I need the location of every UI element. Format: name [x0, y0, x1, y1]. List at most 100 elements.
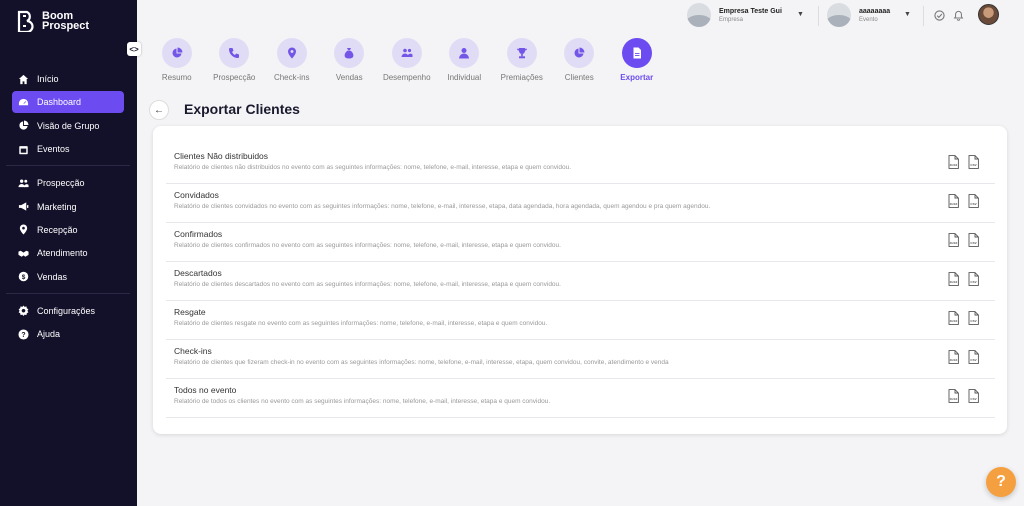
sidebar-item-configuracoes[interactable]: Configurações [12, 300, 124, 322]
sidebar-item-inicio[interactable]: Início [12, 68, 124, 90]
sidebar-item-recepcao[interactable]: Recepção [12, 219, 124, 241]
export-card: Clientes Não distribuidos Relatório de cl… [153, 126, 1007, 434]
sidebar-item-label: Visão de Grupo [37, 120, 100, 131]
sidebar-item-label: Marketing [37, 201, 77, 212]
sidebar-item-vendas[interactable]: $ Vendas [12, 266, 124, 288]
export-description: Relatório de todos os clientes no evento… [174, 398, 551, 405]
export-row: Clientes Não distribuidos Relatório de cl… [166, 145, 995, 184]
tab-premiacoes[interactable]: Premiações [493, 38, 551, 82]
brand-line-2: Prospect [42, 20, 90, 32]
tab-resumo[interactable]: Resumo [148, 38, 206, 82]
handshake-icon [18, 250, 29, 257]
event-selector[interactable]: aaaaaaaa Evento [827, 3, 890, 27]
check-circle-icon[interactable] [934, 10, 945, 21]
export-title: Resgate [174, 307, 206, 317]
xlsx-label: XLSX [949, 202, 958, 206]
company-name: Empresa Teste Gui [719, 7, 782, 15]
tab-icon-circle [564, 38, 595, 68]
csv-label: CSV [970, 280, 977, 284]
tab-prospeccao[interactable]: Prospecção [206, 38, 264, 82]
sidebar-item-dashboard[interactable]: Dashboard [12, 91, 124, 114]
sidebar-item-prospeccao[interactable]: Prospecção [12, 172, 124, 194]
bell-icon[interactable] [953, 10, 964, 21]
tab-icon-circle [506, 38, 537, 68]
csv-label: CSV [970, 319, 977, 323]
sidebar-item-label: Atendimento [37, 248, 88, 259]
export-title: Todos no evento [174, 385, 237, 395]
tab-label: Exportar [620, 73, 654, 82]
help-icon: ? [18, 329, 29, 340]
sidebar-item-label: Recepção [37, 224, 78, 235]
xlsx-file-icon[interactable]: XLSX [948, 272, 959, 286]
sidebar-item-visao-de-grupo[interactable]: Visão de Grupo [12, 115, 124, 137]
csv-label: CSV [970, 241, 977, 245]
sidebar-item-label: Configurações [37, 305, 96, 316]
sidebar-item-eventos[interactable]: Eventos [12, 138, 124, 160]
tab-check-ins[interactable]: Check-ins [263, 38, 321, 82]
export-title: Clientes Não distribuidos [174, 151, 269, 161]
tab-icon-circle [161, 38, 192, 68]
csv-label: CSV [970, 202, 977, 206]
brand-logo[interactable]: Boom Prospect [16, 10, 89, 32]
xlsx-label: XLSX [949, 397, 958, 401]
csv-file-icon[interactable]: CSV [968, 272, 979, 286]
csv-file-icon[interactable]: CSV [968, 194, 979, 208]
sidebar-item-atendimento[interactable]: Atendimento [12, 242, 124, 264]
tab-label: Check-ins [273, 73, 310, 82]
tab-label: Resumo [161, 73, 192, 82]
csv-file-icon[interactable]: CSV [968, 155, 979, 169]
users-icon [401, 48, 413, 57]
sidebar: Boom Prospect Início Dashboard Visão de Gr… [0, 0, 137, 506]
tab-label: Vendas [335, 73, 363, 82]
export-actions: XLSX CSV [948, 272, 979, 286]
sidebar-toggle-button[interactable]: <> [127, 42, 141, 56]
csv-file-icon[interactable]: CSV [968, 233, 979, 247]
tab-individual[interactable]: Individual [436, 38, 494, 82]
xlsx-file-icon[interactable]: XLSX [948, 194, 959, 208]
file-icon [633, 47, 641, 59]
sidebar-item-ajuda[interactable]: ? Ajuda [12, 323, 124, 345]
xlsx-file-icon[interactable]: XLSX [948, 155, 959, 169]
event-avatar [827, 3, 851, 27]
csv-file-icon[interactable]: CSV [968, 389, 979, 403]
chevron-down-icon[interactable]: ▼ [904, 11, 911, 18]
company-subtitle: Empresa [719, 16, 744, 23]
sidebar-item-label: Prospecção [37, 178, 85, 189]
sidebar-item-marketing[interactable]: Marketing [12, 196, 124, 218]
csv-file-icon[interactable]: CSV [968, 350, 979, 364]
csv-label: CSV [970, 163, 977, 167]
export-description: Relatório de clientes resgate no evento … [174, 320, 548, 327]
company-selector[interactable]: Empresa Teste Gui Empresa [687, 3, 782, 27]
sidebar-divider [6, 165, 130, 167]
export-actions: XLSX CSV [948, 389, 979, 403]
tab-icon-circle [276, 38, 307, 68]
export-description: Relatório de clientes convidados no even… [174, 203, 711, 210]
tab-exportar[interactable]: Exportar [608, 38, 666, 82]
sidebar-nav: Início Dashboard Visão de Grupo Eventos Pros… [6, 68, 130, 347]
tab-vendas[interactable]: Vendas [321, 38, 379, 82]
tab-desempenho[interactable]: Desempenho [378, 38, 436, 82]
csv-file-icon[interactable]: CSV [968, 311, 979, 325]
help-button[interactable]: ? [986, 467, 1016, 497]
xlsx-file-icon[interactable]: XLSX [948, 311, 959, 325]
back-button[interactable]: ← [149, 100, 169, 120]
divider [923, 6, 924, 26]
xlsx-file-icon[interactable]: XLSX [948, 389, 959, 403]
dashboard-icon [18, 98, 29, 106]
xlsx-file-icon[interactable]: XLSX [948, 350, 959, 364]
tab-icon-circle [334, 38, 365, 68]
user-avatar[interactable] [978, 4, 999, 25]
calendar-icon [19, 144, 28, 154]
sidebar-divider [6, 292, 130, 294]
chevron-down-icon[interactable]: ▼ [797, 11, 804, 18]
export-actions: XLSX CSV [948, 155, 979, 169]
tab-clientes[interactable]: Clientes [551, 38, 609, 82]
export-row: Resgate Relatório de clientes resgate no … [166, 301, 995, 340]
tab-label: Desempenho [382, 73, 431, 82]
tab-label: Prospecção [213, 73, 256, 82]
pie-icon [172, 47, 183, 58]
tab-icon-circle [449, 38, 480, 68]
xlsx-file-icon[interactable]: XLSX [948, 233, 959, 247]
export-title: Check-ins [174, 346, 212, 356]
page-title: Exportar Clientes [184, 101, 300, 117]
